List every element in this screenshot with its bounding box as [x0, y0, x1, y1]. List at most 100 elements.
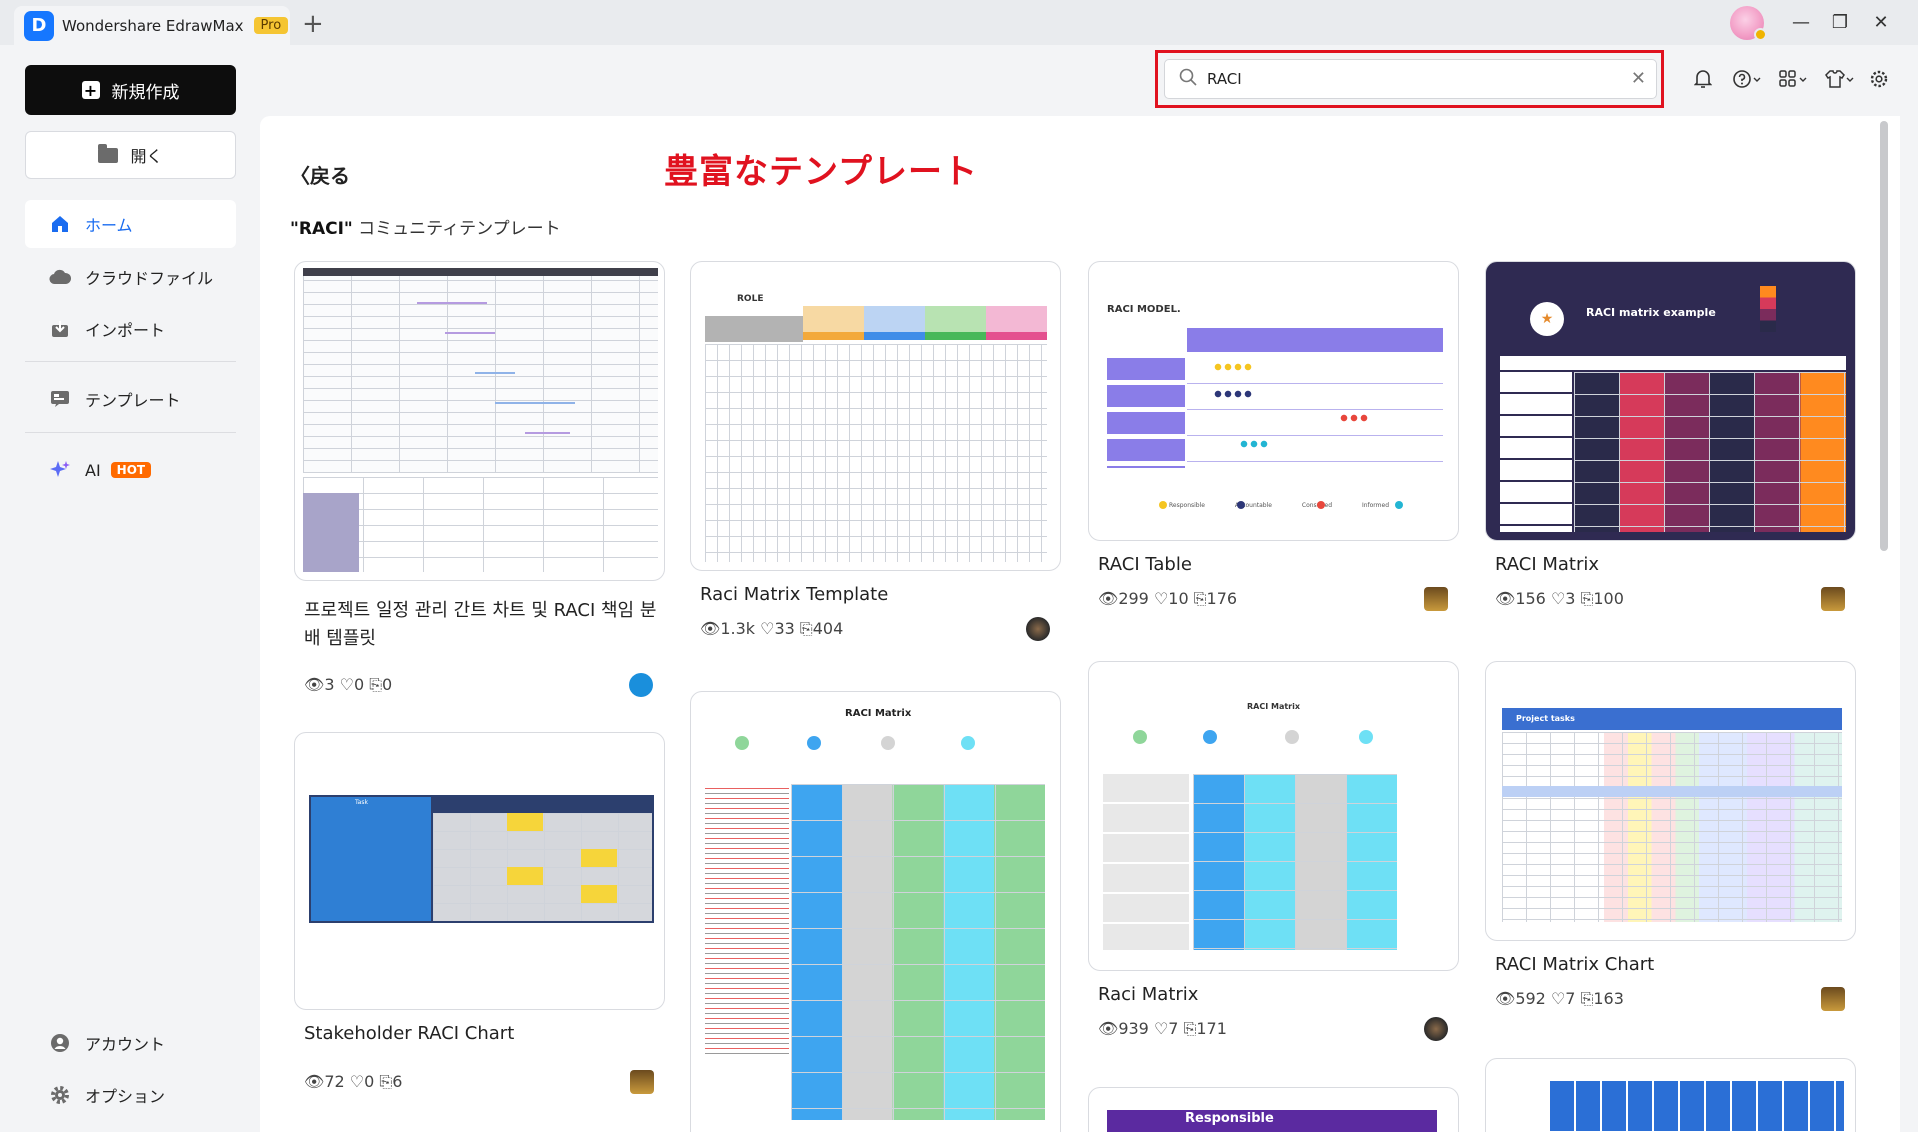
sidebar-item-label: オプション: [85, 1087, 166, 1106]
template-thumbnail[interactable]: RACI Matrix: [690, 691, 1061, 1132]
likes-count: 7: [1168, 1019, 1179, 1038]
template-stats: 👁592 ♡7 ⎘163: [1495, 989, 1624, 1008]
help-icon[interactable]: [1730, 66, 1764, 92]
template-stats: 👁1.3k ♡33 ⎘404: [700, 619, 844, 638]
chevron-left-icon: 〈: [290, 164, 310, 188]
template-card[interactable]: ★ RACI matrix example RACI Matrix 👁156 ♡…: [1485, 261, 1856, 661]
thumb-label: Project tasks: [1516, 714, 1575, 723]
new-document-label: 新規作成: [111, 82, 180, 103]
template-thumbnail[interactable]: ★ RACI matrix example: [1485, 261, 1856, 541]
close-button[interactable]: ✕: [1866, 8, 1896, 38]
template-card[interactable]: RACI Matrix Raci Matrix 👁939 ♡7 ⎘171: [1088, 661, 1459, 1081]
copies-count: 171: [1196, 1019, 1227, 1038]
template-thumbnail[interactable]: [294, 261, 665, 581]
thumb-label: Task: [355, 799, 368, 806]
copies-count: 404: [812, 619, 844, 638]
sidebar-item-home[interactable]: ホーム: [25, 200, 236, 248]
sidebar-item-account[interactable]: アカウント: [25, 1019, 236, 1067]
star-icon: ★: [1530, 302, 1564, 336]
thumb-label: RACI Matrix: [1247, 702, 1301, 711]
author-avatar[interactable]: [1424, 587, 1448, 611]
new-tab-button[interactable]: +: [302, 6, 324, 42]
template-thumbnail[interactable]: Project tasks: [1485, 661, 1856, 941]
sidebar-item-ai[interactable]: AI HOT: [25, 446, 236, 494]
section-title: "RACI" コミュニティテンプレート: [290, 214, 561, 239]
hot-badge: HOT: [110, 462, 152, 478]
pro-badge: Pro: [253, 17, 289, 34]
template-card[interactable]: ROLE Raci Matrix Template 👁1.3k ♡33 ⎘404: [690, 261, 1061, 661]
search-bar[interactable]: ✕: [1164, 59, 1657, 99]
thumb-label: RACI matrix example: [1586, 306, 1716, 319]
template-title[interactable]: Raci Matrix: [1098, 981, 1198, 1009]
template-card[interactable]: Task Stakeholder RACI Chart: [294, 732, 665, 1044]
template-title[interactable]: Raci Matrix Template: [700, 581, 888, 609]
open-file-button[interactable]: 開く: [25, 131, 236, 179]
legend-responsible: Responsible: [1169, 502, 1205, 509]
views-count: 3: [324, 675, 335, 694]
sidebar-item-import[interactable]: インポート: [25, 305, 236, 353]
sidebar-item-label: クラウドファイル: [85, 269, 214, 288]
account-icon: [49, 1032, 71, 1054]
likes-count: 0: [364, 1072, 375, 1091]
template-stats: 👁299 ♡10 ⎘176: [1098, 589, 1238, 608]
shirt-icon[interactable]: [1822, 66, 1856, 92]
template-card[interactable]: [1485, 1058, 1856, 1132]
template-card[interactable]: RACI MODEL. Responsible Accountable Cons…: [1088, 261, 1459, 661]
settings-icon[interactable]: [1866, 66, 1892, 92]
template-title[interactable]: RACI Table: [1098, 551, 1192, 579]
author-avatar[interactable]: [1424, 1017, 1448, 1041]
main-panel: 〈戻る 豊富なテンプレート "RACI" コミュニティテンプレート 프로젝트 일…: [260, 116, 1900, 1132]
new-document-button[interactable]: + 新規作成: [25, 65, 236, 115]
maximize-button[interactable]: ❐: [1825, 8, 1855, 38]
author-avatar[interactable]: [1026, 617, 1050, 641]
copies-count: 176: [1206, 589, 1238, 608]
sidebar-item-options[interactable]: オプション: [25, 1071, 236, 1119]
bell-icon[interactable]: [1690, 66, 1716, 92]
search-input[interactable]: [1207, 70, 1607, 88]
sidebar-item-cloud[interactable]: クラウドファイル: [25, 253, 236, 301]
template-title[interactable]: RACI Matrix: [1495, 551, 1599, 579]
template-stats: 👁939 ♡7 ⎘171: [1098, 1019, 1227, 1038]
copies-count: 163: [1593, 989, 1624, 1008]
author-avatar[interactable]: [629, 673, 653, 697]
clear-search-icon[interactable]: ✕: [1631, 68, 1646, 89]
author-avatar[interactable]: [1821, 587, 1845, 611]
template-thumbnail[interactable]: RACI Matrix: [1088, 661, 1459, 971]
template-stats: 👁3 ♡0 ⎘0: [304, 675, 393, 694]
copies-count: 100: [1593, 589, 1624, 608]
minimize-button[interactable]: —: [1786, 8, 1816, 38]
sidebar-item-templates[interactable]: テンプレート: [25, 375, 236, 423]
template-thumbnail[interactable]: Responsible: [1088, 1087, 1459, 1132]
section-suffix: コミュニティテンプレート: [352, 219, 561, 239]
template-card[interactable]: Responsible: [1088, 1087, 1459, 1132]
apps-icon[interactable]: [1776, 66, 1810, 92]
template-card[interactable]: Project tasks RACI Matrix Chart 👁592 ♡7 …: [1485, 661, 1856, 1051]
views-count: 156: [1515, 589, 1546, 608]
sidebar-item-label: インポート: [85, 321, 166, 340]
app-tab[interactable]: D Wondershare EdrawMax Pro: [14, 6, 290, 45]
thumb-label: ROLE: [737, 294, 764, 304]
author-avatar[interactable]: [1821, 987, 1845, 1011]
sidebar-item-label: アカウント: [85, 1035, 166, 1054]
template-title[interactable]: 프로젝트 일정 관리 간트 차트 및 RACI 책임 분배 템플릿: [304, 597, 659, 653]
likes-count: 3: [1565, 589, 1576, 608]
sidebar-item-label: ホーム: [85, 216, 133, 235]
author-avatar[interactable]: [630, 1070, 654, 1094]
template-title[interactable]: Stakeholder RACI Chart: [304, 1020, 514, 1048]
back-button[interactable]: 〈戻る: [290, 160, 350, 189]
likes-count: 7: [1565, 989, 1576, 1008]
template-thumbnail[interactable]: Task: [294, 732, 665, 1010]
template-card[interactable]: 프로젝트 일정 관리 간트 차트 및 RACI 책임 분배 템플릿 👁3 ♡0 …: [294, 261, 665, 701]
likes-count: 10: [1168, 589, 1189, 608]
template-thumbnail[interactable]: [1485, 1058, 1856, 1132]
app-name: Wondershare EdrawMax: [62, 16, 244, 35]
template-title[interactable]: RACI Matrix Chart: [1495, 951, 1654, 979]
scrollbar-thumb[interactable]: [1880, 121, 1888, 551]
search-icon: [1179, 68, 1197, 90]
sidebar-divider: [25, 361, 236, 362]
views-count: 939: [1118, 1019, 1149, 1038]
folder-icon: [98, 143, 119, 163]
template-thumbnail[interactable]: ROLE: [690, 261, 1061, 571]
template-card[interactable]: RACI Matrix: [690, 691, 1061, 1132]
template-thumbnail[interactable]: RACI MODEL. Responsible Accountable Cons…: [1088, 261, 1459, 541]
